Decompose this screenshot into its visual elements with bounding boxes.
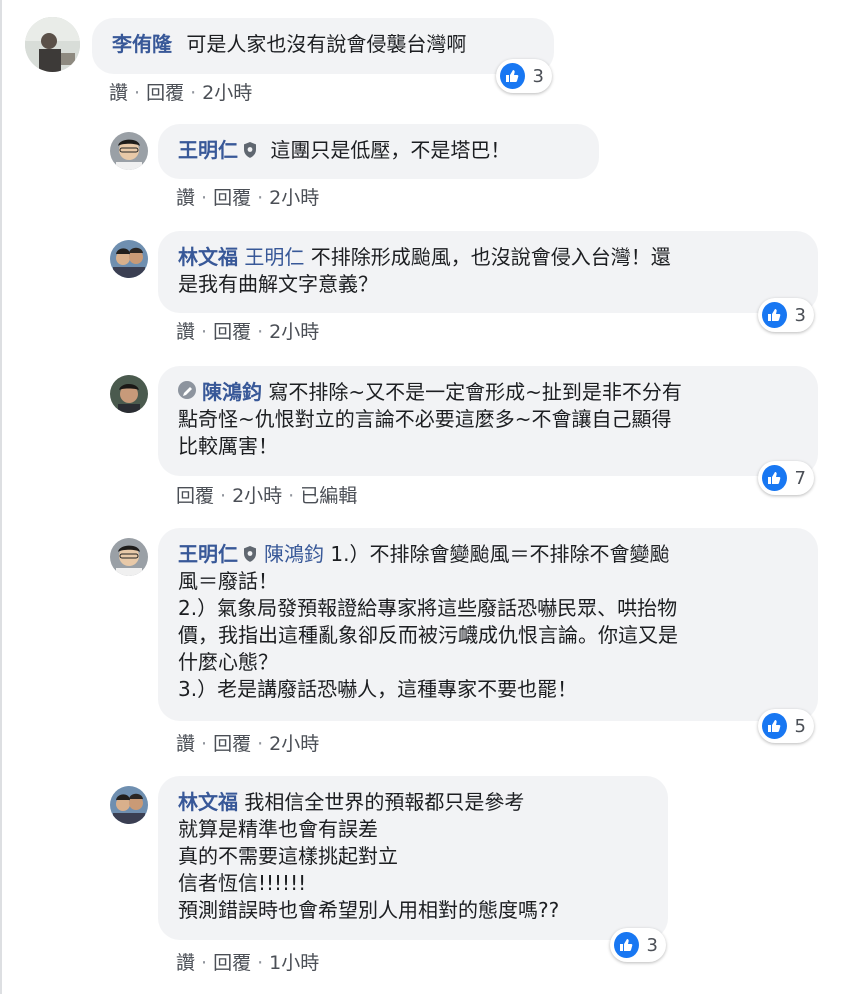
comment-author[interactable]: 林文福 (178, 245, 238, 269)
avatar[interactable] (110, 132, 148, 170)
comment-text: 預測錯誤時也會希望別人用相對的態度嗎?? (178, 898, 560, 922)
comment-actions: 回覆 · 2小時 · 已編輯 (176, 481, 357, 508)
separator-dot: · (201, 952, 208, 974)
comment-text: 點奇怪~仇恨對立的言論不必要這麼多~不會讓自己顯得 (178, 407, 672, 431)
comment-author[interactable]: 李侑隆 (112, 32, 172, 56)
edited-label[interactable]: 已編輯 (300, 485, 357, 507)
comment-text: 不排除形成颱風，也沒說會侵入台灣！還 (310, 245, 671, 269)
like-icon (762, 713, 787, 739)
like-icon (762, 302, 787, 328)
reply-link[interactable]: 回覆 (213, 321, 251, 343)
like-link[interactable]: 讚 (176, 952, 195, 974)
timestamp[interactable]: 2小時 (202, 82, 252, 104)
separator-dot: · (257, 952, 264, 974)
reaction-count[interactable]: 3 (496, 59, 552, 93)
reaction-number: 3 (532, 65, 544, 87)
timestamp[interactable]: 2小時 (269, 187, 319, 209)
comment-text: 什麼心態？ (178, 650, 278, 674)
reply-link[interactable]: 回覆 (213, 187, 251, 209)
separator-dot: · (257, 733, 264, 755)
comment-text: 寫不排除~又不是一定會形成~扯到是非不分有 (268, 380, 682, 404)
like-icon (500, 63, 525, 89)
reaction-number: 3 (794, 304, 806, 326)
comment-bubble: 林文福 我相信全世界的預報都只是參考 就算是精準也會有誤差 真的不需要這樣挑起對… (158, 776, 668, 940)
comment-bubble: 王明仁 這團只是低壓，不是塔巴！ (158, 124, 599, 179)
reply-link[interactable]: 回覆 (176, 485, 214, 507)
comment-text: 這團只是低壓，不是塔巴！ (270, 138, 511, 162)
separator-dot: · (190, 82, 197, 104)
comment-actions: 讚 · 回覆 · 1小時 (176, 948, 319, 975)
shield-icon (242, 543, 258, 562)
comment-author[interactable]: 陳鴻鈞 (202, 380, 262, 404)
comment-text: 是我有曲解文字意義？ (178, 272, 378, 296)
reaction-count[interactable]: 5 (758, 709, 814, 743)
comment-text: 比較厲害！ (178, 434, 278, 458)
comment-text: 可是人家也沒有說會侵襲台灣啊 (186, 32, 467, 56)
comment-actions: 讚 · 回覆 · 2小時 (176, 317, 319, 344)
separator-dot: · (201, 733, 208, 755)
separator-dot: · (220, 485, 227, 507)
separator-dot: · (257, 187, 264, 209)
comment-author[interactable]: 林文福 (178, 790, 238, 814)
avatar[interactable] (110, 786, 148, 824)
shield-icon (242, 139, 258, 158)
reply-link[interactable]: 回覆 (146, 82, 184, 104)
comment-text: 風＝廢話！ (178, 569, 278, 593)
separator-dot: · (257, 321, 264, 343)
like-link[interactable]: 讚 (176, 187, 195, 209)
separator-dot: · (201, 187, 208, 209)
comment-actions: 讚 · 回覆 · 2小時 (176, 183, 319, 210)
comment-text: 價，我指出這種亂象卻反而被污衊成仇恨言論。你這又是 (178, 623, 678, 647)
comment-text: 就算是精準也會有誤差 (178, 817, 378, 841)
timestamp[interactable]: 2小時 (269, 733, 319, 755)
avatar[interactable] (110, 240, 148, 278)
reaction-number: 7 (794, 467, 806, 489)
separator-dot: · (134, 82, 141, 104)
comment-text: 我相信全世界的預報都只是參考 (244, 790, 525, 814)
comment-bubble: 王明仁 陳鴻鈞 1.）不排除會變颱風＝不排除不會變颱 風＝廢話！ 2.）氣象局發預… (158, 528, 818, 721)
like-link[interactable]: 讚 (176, 733, 195, 755)
separator-dot: · (201, 321, 208, 343)
reply-link[interactable]: 回覆 (213, 733, 251, 755)
comment-text: 3.）老是講廢話恐嚇人，這種專家不要也罷！ (178, 677, 578, 701)
comment-text: 信者恆信!!!!!! (178, 871, 307, 895)
like-link[interactable]: 讚 (176, 321, 195, 343)
mention-link[interactable]: 王明仁 (244, 245, 304, 269)
comment-author[interactable]: 王明仁 (178, 542, 238, 566)
reaction-count[interactable]: 7 (758, 461, 814, 495)
reaction-number: 3 (646, 934, 658, 956)
comment-bubble: 陳鴻鈞 寫不排除~又不是一定會形成~扯到是非不分有 點奇怪~仇恨對立的言論不必要… (158, 366, 818, 476)
like-icon (762, 465, 787, 491)
timestamp[interactable]: 2小時 (269, 321, 319, 343)
comment-actions: 讚 · 回覆 · 2小時 (176, 729, 319, 756)
reaction-count[interactable]: 3 (758, 298, 814, 332)
comment-text: 2.）氣象局發預報證給專家將這些廢話恐嚇民眾、哄抬物 (178, 596, 678, 620)
avatar[interactable] (110, 375, 148, 413)
avatar[interactable] (110, 538, 148, 576)
reaction-number: 5 (794, 715, 806, 737)
comment-text: 真的不需要這樣挑起對立 (178, 844, 398, 868)
mention-link[interactable]: 陳鴻鈞 (264, 542, 324, 566)
timestamp[interactable]: 1小時 (269, 952, 319, 974)
reply-link[interactable]: 回覆 (213, 952, 251, 974)
edited-icon (178, 381, 196, 399)
comment-actions: 讚 · 回覆 · 2小時 (109, 78, 252, 105)
comment-text: 1.）不排除會變颱風＝不排除不會變颱 (330, 542, 670, 566)
timestamp[interactable]: 2小時 (232, 485, 282, 507)
comment-bubble: 林文福 王明仁 不排除形成颱風，也沒說會侵入台灣！還 是我有曲解文字意義？ (158, 231, 818, 313)
reaction-count[interactable]: 3 (610, 928, 666, 962)
avatar[interactable] (25, 17, 80, 72)
thread-line (0, 0, 2, 994)
comment-bubble: 李侑隆 可是人家也沒有說會侵襲台灣啊 (92, 18, 554, 74)
comment-author[interactable]: 王明仁 (178, 138, 238, 162)
separator-dot: · (288, 485, 295, 507)
like-link[interactable]: 讚 (109, 82, 128, 104)
like-icon (614, 932, 639, 958)
